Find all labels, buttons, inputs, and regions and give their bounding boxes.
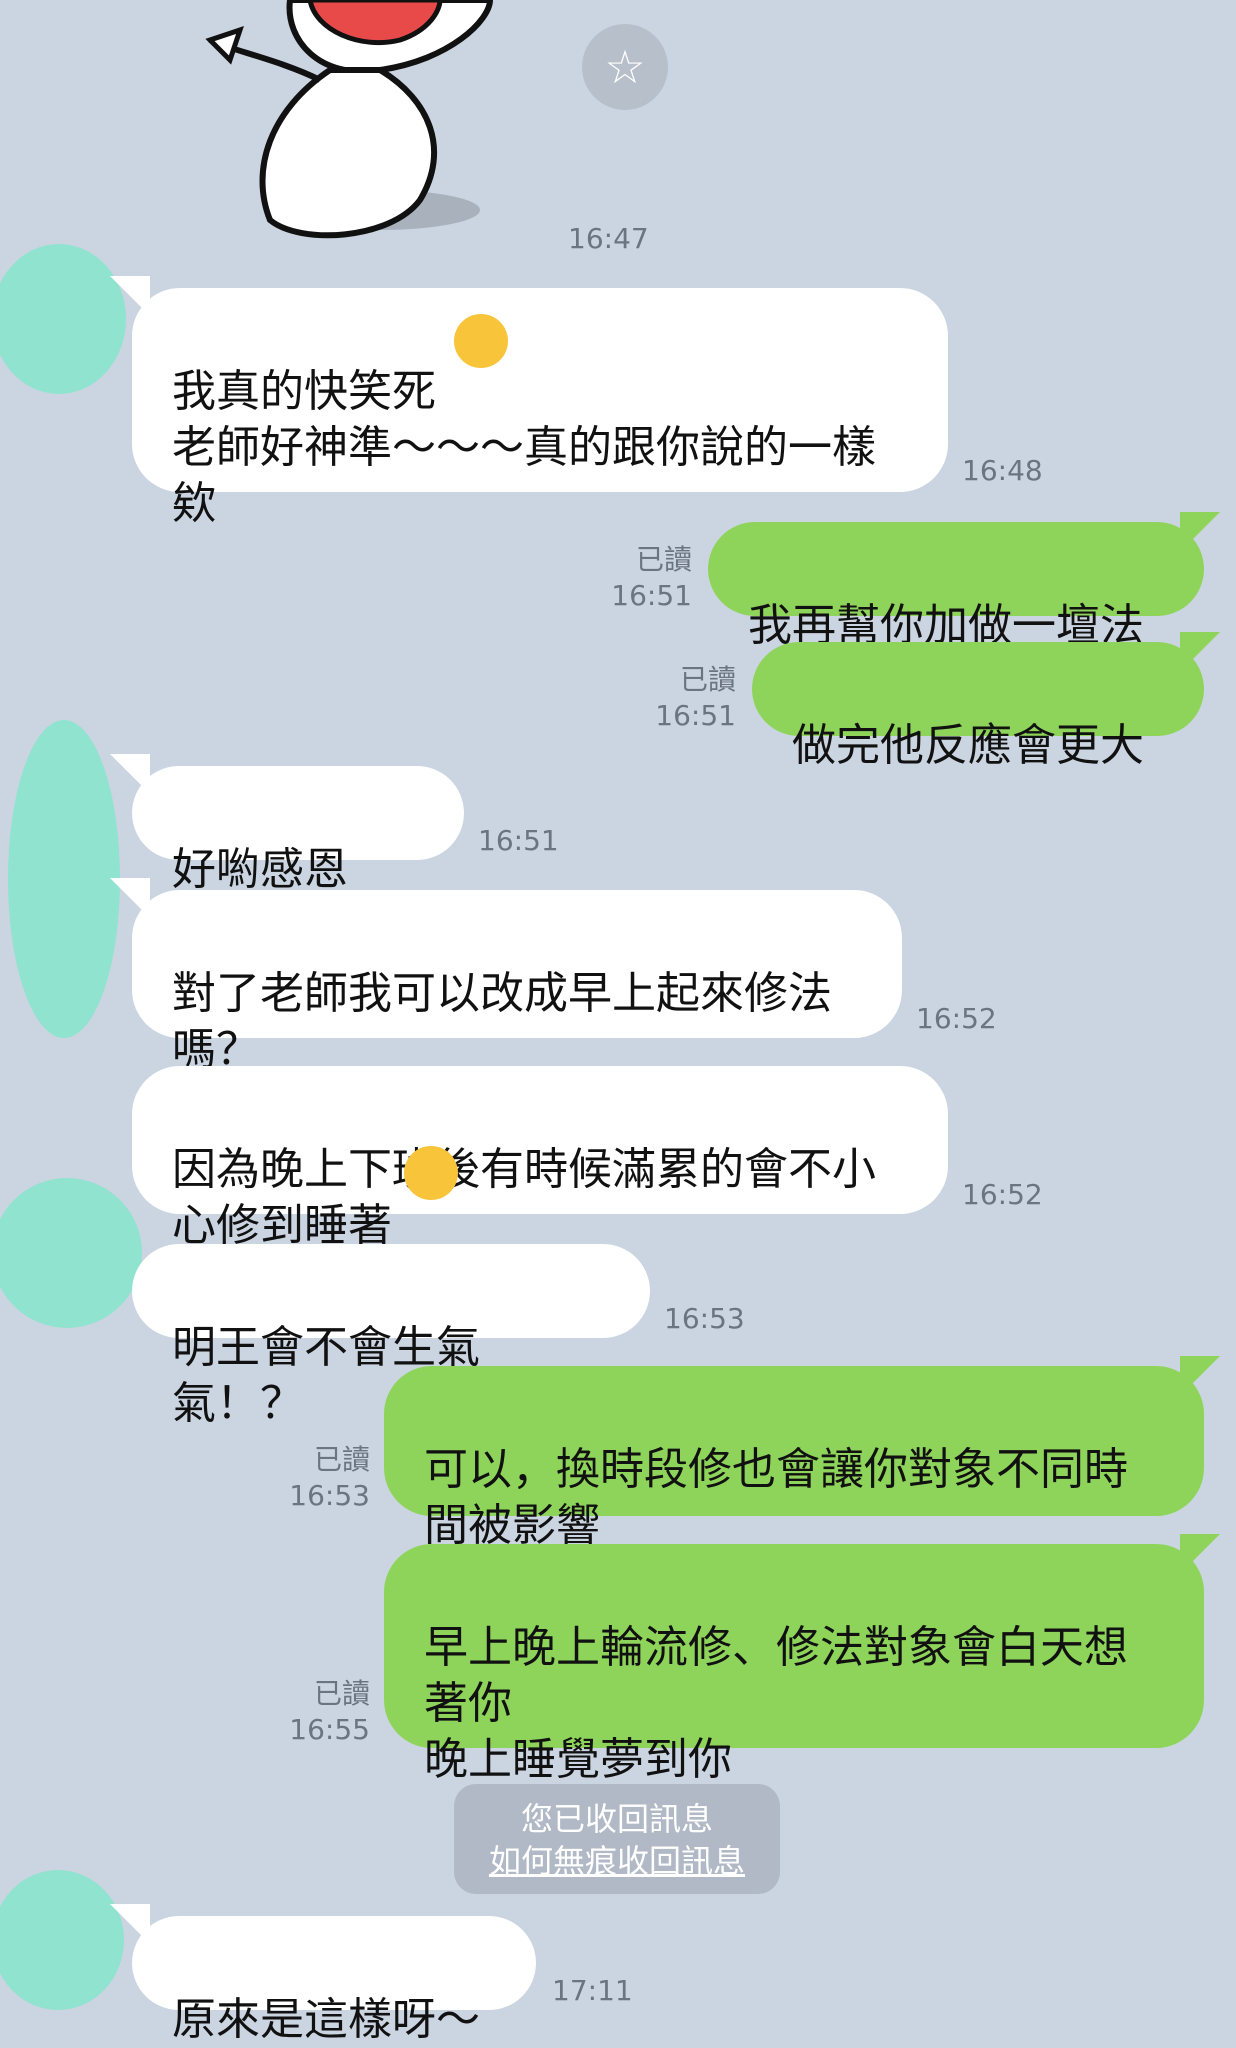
message-text: 原來是這樣呀～ [172,1994,480,2045]
message-bubble-outgoing[interactable]: 我再幫你加做一壇法 [708,522,1204,651]
tears-of-joy-icon [404,1146,458,1200]
read-receipt: 已讀 16:53 [270,1442,370,1514]
sticker-favorite-button[interactable]: ☆ [582,24,668,110]
avatar[interactable] [0,1870,124,2010]
message-time: 16:48 [962,454,1043,487]
system-notice: 您已收回訊息 如何無痕收回訊息 [454,1784,780,1894]
message-bubble-outgoing[interactable]: 早上晚上輪流修、修法對象會白天想 著你 晚上睡覺夢到你 [384,1544,1204,1785]
message-text: 可以，換時段修也會讓你對象不同時 間被影響 [424,1444,1128,1551]
read-label: 已讀 [635,543,692,576]
bubble-tail [1180,632,1220,672]
message-bubble-incoming[interactable]: 對了老師我可以改成早上起來修法 嗎？ [132,890,902,1075]
message-text: 對了老師我可以改成早上起來修法 嗎？ [172,968,832,1075]
message-time: 16:52 [962,1178,1043,1211]
message-bubble-incoming[interactable]: 明王會不會生氣氣！？ [132,1244,650,1429]
recall-help-link[interactable]: 如何無痕收回訊息 [454,1840,780,1882]
message-time: 17:11 [552,1974,633,2007]
message-text: 我真的快笑死 老師好神準～～～真的跟你說的一樣 欸 [172,366,876,529]
avatar[interactable] [0,244,126,394]
message-bubble-incoming[interactable]: 原來是這樣呀～ [132,1916,536,2045]
message-bubble-incoming[interactable]: 因為晚上下班後有時候滿累的會不小 心修到睡著 [132,1066,948,1251]
read-label: 已讀 [679,663,736,696]
read-label: 已讀 [313,1443,370,1476]
message-text: 因為晚上下班後有時候滿累的會不小 心修到睡著 [172,1144,876,1251]
message-time: 16:47 [568,222,649,255]
sticker[interactable] [190,0,510,250]
message-text: 早上晚上輪流修、修法對象會白天想 著你 晚上睡覺夢到你 [424,1622,1128,1785]
read-label: 已讀 [313,1677,370,1710]
message-time: 16:53 [664,1302,745,1335]
bubble-tail [1180,1356,1220,1396]
recall-notice-text: 您已收回訊息 [520,1800,713,1838]
avatar[interactable] [8,720,120,1038]
read-receipt: 已讀 16:55 [270,1676,370,1748]
message-time: 16:51 [478,824,559,857]
message-time: 16:53 [289,1479,370,1512]
read-receipt: 已讀 16:51 [640,662,736,734]
message-time: 16:52 [916,1002,997,1035]
message-text: 好喲感恩 [172,844,348,895]
laughing-character-sticker [205,0,494,239]
message-bubble-incoming[interactable]: 我真的快笑死 老師好神準～～～真的跟你說的一樣 欸 [132,288,948,529]
message-bubble-incoming[interactable]: 好喲感恩 [132,766,464,952]
avatar[interactable] [0,1178,142,1328]
bubble-tail [1180,1534,1220,1574]
message-text: 做完他反應會更大 [792,720,1144,771]
message-time: 16:55 [289,1713,370,1746]
message-bubble-outgoing[interactable]: 可以，換時段修也會讓你對象不同時 間被影響 [384,1366,1204,1551]
read-receipt: 已讀 16:51 [600,542,692,614]
message-time: 16:51 [655,699,736,732]
bubble-tail [110,754,150,794]
laughing-face-icon [454,314,508,368]
bubble-tail [1180,512,1220,552]
message-time: 16:51 [611,579,692,612]
message-bubble-outgoing[interactable]: 做完他反應會更大 [752,642,1204,771]
